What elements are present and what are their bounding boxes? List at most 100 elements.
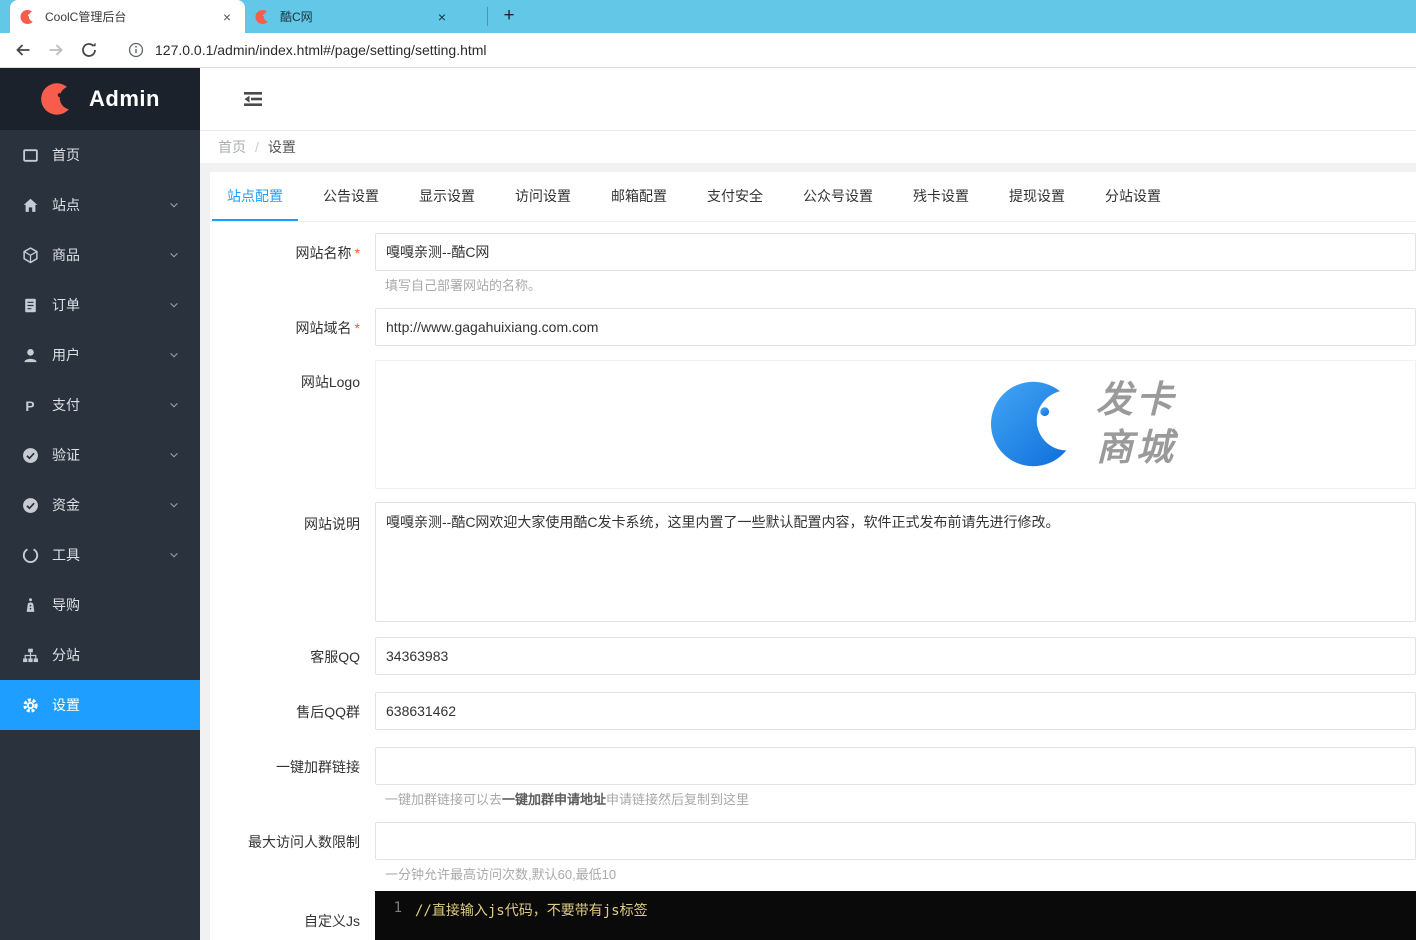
sidebar-item-substation[interactable]: 分站	[0, 630, 200, 680]
field-label: 客服QQ	[310, 649, 360, 665]
aftersale-qq-input[interactable]	[375, 692, 1416, 730]
collapse-sidebar-icon[interactable]	[243, 91, 263, 107]
field-label: 网站名称	[296, 245, 352, 261]
coolc-logo-icon	[40, 81, 76, 117]
breadcrumb-separator: /	[255, 139, 259, 155]
custom-js-editor[interactable]: 1 //直接输入js代码，不要带有js标签	[375, 891, 1416, 940]
field-label: 自定义Js	[304, 913, 360, 929]
browser-tab-active[interactable]: CoolC管理后台 ×	[10, 0, 245, 33]
tab-label: 支付安全	[707, 188, 763, 204]
brand-text: 发卡 商城	[1096, 376, 1176, 472]
sidebar: Admin 首页 站点 商品 订单 用户 支付 验证 资金 工具	[0, 68, 200, 940]
settings-tab-5[interactable]: 支付安全	[692, 172, 778, 221]
site-desc-textarea[interactable]: 嘎嘎亲测--酷C网欢迎大家使用酷C发卡系统，这里内置了一些默认配置内容，软件正式…	[375, 502, 1416, 622]
chevron-down-icon	[168, 349, 180, 361]
sidebar-item-label: 站点	[52, 195, 80, 215]
field-label: 网站说明	[304, 516, 360, 532]
reload-icon[interactable]	[79, 40, 99, 60]
chevron-down-icon	[168, 299, 180, 311]
close-tab-icon[interactable]: ×	[434, 9, 450, 25]
tab-label: 邮箱配置	[611, 188, 667, 204]
field-custom-js: 自定义Js 1 //直接输入js代码，不要带有js标签	[210, 891, 1416, 940]
sidebar-item-home[interactable]: 首页	[0, 130, 200, 180]
browser-tabstrip: CoolC管理后台 × 酷C网 × +	[0, 0, 1416, 33]
sidebar-item-label: 商品	[52, 245, 80, 265]
close-tab-icon[interactable]: ×	[219, 9, 235, 25]
required-asterisk: *	[355, 245, 360, 261]
sidebar-item-payment[interactable]: 支付	[0, 380, 200, 430]
sidebar-item-label: 用户	[52, 345, 80, 365]
field-site-logo: 网站Logo 发卡 商城	[210, 360, 1416, 489]
url-bar[interactable]: 127.0.0.1/admin/index.html#/page/setting…	[155, 42, 487, 58]
editor-line-number: 1	[375, 900, 415, 940]
tab-label: 残卡设置	[913, 188, 969, 204]
max-visit-input[interactable]	[375, 822, 1416, 860]
sidebar-item-users[interactable]: 用户	[0, 330, 200, 380]
service-qq-input[interactable]	[375, 637, 1416, 675]
breadcrumb-home[interactable]: 首页	[218, 137, 246, 157]
settings-tab-9[interactable]: 分站设置	[1090, 172, 1176, 221]
settings-tab-0[interactable]: 站点配置	[212, 172, 298, 221]
sidebar-item-guide[interactable]: 导购	[0, 580, 200, 630]
new-tab-button[interactable]: +	[496, 3, 522, 29]
field-label: 售后QQ群	[296, 704, 360, 720]
site-logo-preview[interactable]: 发卡 商城	[375, 360, 1416, 489]
sidebar-item-label: 验证	[52, 445, 80, 465]
chevron-down-icon	[168, 449, 180, 461]
file-icon	[22, 297, 39, 314]
site-domain-input[interactable]	[375, 308, 1416, 346]
browser-tab-title: 酷C网	[280, 8, 434, 25]
back-icon[interactable]	[13, 40, 33, 60]
chevron-down-icon	[168, 199, 180, 211]
tab-label: 站点配置	[227, 188, 283, 204]
sidebar-item-settings[interactable]: 设置	[0, 680, 200, 730]
breadcrumb: 首页 / 设置	[200, 130, 1416, 163]
sidebar-item-funds[interactable]: 资金	[0, 480, 200, 530]
settings-tab-3[interactable]: 访问设置	[500, 172, 586, 221]
field-help: 一键加群链接可以去一键加群申请地址申请链接然后复制到这里	[375, 791, 1416, 809]
field-max-visit: 最大访问人数限制 一分钟允许最高访问次数,默认60,最低10	[210, 822, 1416, 891]
field-help: 一分钟允许最高访问次数,默认60,最低10	[375, 866, 1416, 884]
tab-divider	[487, 7, 488, 26]
breadcrumb-current: 设置	[268, 137, 296, 157]
sidebar-item-label: 工具	[52, 545, 80, 565]
sidebar-item-verify[interactable]: 验证	[0, 430, 200, 480]
tab-label: 显示设置	[419, 188, 475, 204]
settings-tab-2[interactable]: 显示设置	[404, 172, 490, 221]
apply-address-link[interactable]: 一键加群申请地址	[502, 792, 606, 807]
sidebar-item-orders[interactable]: 订单	[0, 280, 200, 330]
tab-label: 公告设置	[323, 188, 379, 204]
check-circle-icon	[22, 447, 39, 464]
settings-tab-6[interactable]: 公众号设置	[788, 172, 888, 221]
sidebar-item-goods[interactable]: 商品	[0, 230, 200, 280]
sidebar-brand-text: Admin	[89, 86, 160, 112]
sidebar-item-site[interactable]: 站点	[0, 180, 200, 230]
faka-brand-logo: 发卡 商城	[991, 374, 1176, 474]
sidebar-item-tools[interactable]: 工具	[0, 530, 200, 580]
sidebar-item-label: 设置	[52, 695, 80, 715]
field-label: 最大访问人数限制	[248, 834, 360, 850]
tab-label: 分站设置	[1105, 188, 1161, 204]
sidebar-item-label: 支付	[52, 395, 80, 415]
paypal-icon	[22, 397, 39, 414]
settings-tab-4[interactable]: 邮箱配置	[596, 172, 682, 221]
settings-tab-1[interactable]: 公告设置	[308, 172, 394, 221]
browser-toolbar: 127.0.0.1/admin/index.html#/page/setting…	[0, 33, 1416, 68]
sidebar-item-label: 分站	[52, 645, 80, 665]
cube-icon	[22, 247, 39, 264]
tab-label: 公众号设置	[803, 188, 873, 204]
settings-tab-7[interactable]: 残卡设置	[898, 172, 984, 221]
browser-tab-inactive[interactable]: 酷C网 ×	[245, 0, 460, 33]
check-circle-icon	[22, 497, 39, 514]
browser-tab-title: CoolC管理后台	[45, 8, 219, 25]
site-name-input[interactable]	[375, 233, 1416, 271]
settings-tabs: 站点配置 公告设置 显示设置 访问设置 邮箱配置 支付安全 公众号设置 残卡设置 提现设置 分站设…	[210, 172, 1416, 222]
sidebar-item-label: 资金	[52, 495, 80, 515]
page-info-icon[interactable]	[127, 41, 145, 59]
settings-form: 网站名称* 填写自己部署网站的名称。 网站域名* 网站Logo	[210, 222, 1416, 940]
sidebar-item-label: 导购	[52, 595, 80, 615]
settings-tab-8[interactable]: 提现设置	[994, 172, 1080, 221]
window-icon	[22, 147, 39, 164]
group-link-input[interactable]	[375, 747, 1416, 785]
forward-icon[interactable]	[46, 40, 66, 60]
